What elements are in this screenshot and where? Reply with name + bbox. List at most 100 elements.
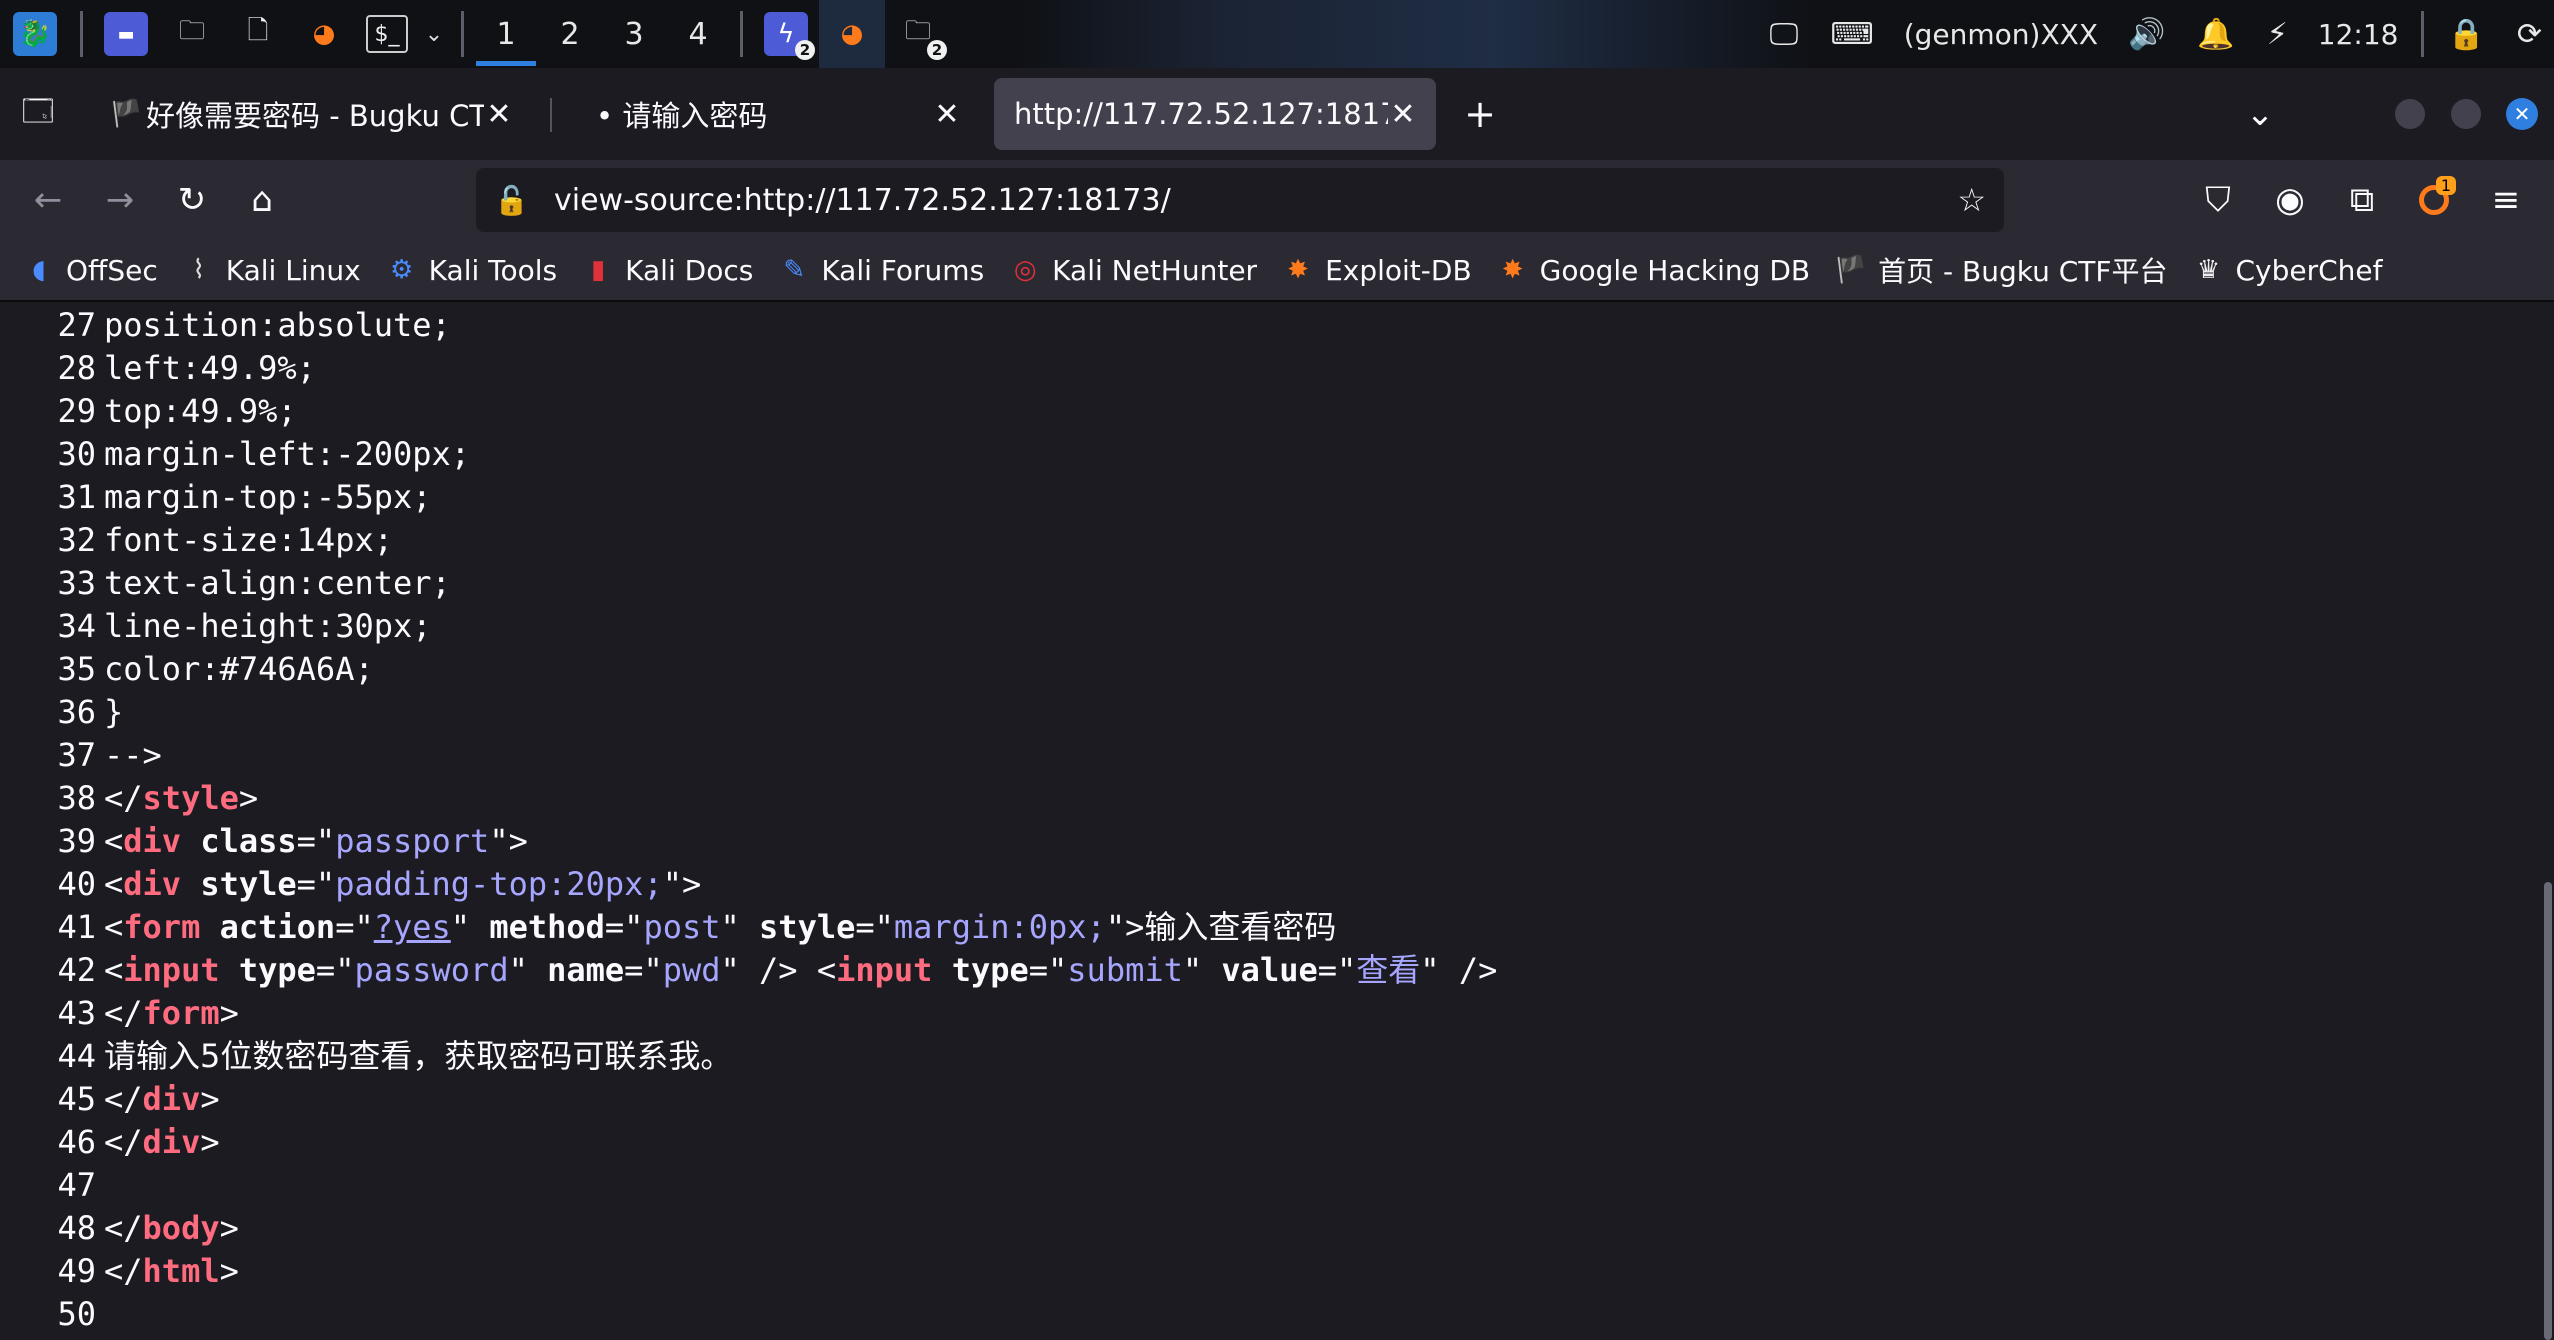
file-manager-launcher[interactable]: 🗀	[159, 0, 225, 68]
list-all-tabs-button[interactable]: ⌄	[2234, 88, 2286, 140]
launcher-dropdown[interactable]: ⌄	[417, 0, 451, 68]
desktop-icon: ▬	[104, 12, 148, 56]
panel-separator	[740, 11, 743, 57]
panel-separator	[80, 11, 83, 57]
pocket-button[interactable]: ⛉	[2192, 174, 2244, 226]
source-line: 28 left:49.9%;	[57, 349, 316, 387]
bookmark-kali-docs[interactable]: ▮ Kali Docs	[581, 253, 753, 287]
tab-overview-button[interactable]: 🗔	[12, 88, 64, 140]
show-desktop-button[interactable]: ▬	[93, 0, 159, 68]
extensions-button[interactable]: ⧉	[2336, 174, 2388, 226]
back-button[interactable]: ←	[22, 174, 74, 226]
firefox-launcher[interactable]: ◕	[291, 0, 357, 68]
source-line: 31 margin-top:-55px;	[57, 478, 432, 516]
new-tab-button[interactable]: +	[1454, 88, 1506, 140]
navigation-toolbar: ← → ↻ ⌂ 🔓 view-source:http://117.72.52.1…	[0, 160, 2554, 240]
tab-title: http://117.72.52.127:18173/	[1014, 97, 1388, 131]
terminal-launcher[interactable]: $_	[357, 0, 417, 68]
document-edit-icon: 🗋	[247, 16, 269, 46]
close-tab-icon[interactable]: ✕	[484, 97, 514, 132]
source-line: 37 -->	[57, 736, 162, 774]
bookmark-cyberchef[interactable]: ♛ CyberChef	[2192, 253, 2383, 287]
tab-bugku[interactable]: 🏴 好像需要密码 - Bugku CTF ✕	[92, 78, 532, 150]
close-tab-icon[interactable]: ✕	[1388, 97, 1418, 132]
source-line: 30 margin-left:-200px;	[57, 435, 471, 473]
extension-addon-button[interactable]: 1	[2408, 174, 2460, 226]
terminal-icon: $_	[366, 15, 408, 53]
nethunter-icon: ◎	[1013, 255, 1037, 285]
source-line: 42 <input type="password" name="pwd" /> <…	[57, 951, 1498, 989]
app-menu-button[interactable]: ≡	[2480, 174, 2532, 226]
bookmark-bugku[interactable]: 🏴 首页 - Bugku CTF平台	[1834, 250, 2168, 290]
source-line: 47	[57, 1166, 96, 1204]
window-button-firefox[interactable]: ◕	[819, 0, 885, 68]
kali-menu-button[interactable]: 🐉	[0, 0, 70, 68]
notification-bell-icon[interactable]: 🔔	[2197, 17, 2234, 52]
view-source-content: 27 position:absolute; 28 left:49.9%; 29 top…	[0, 302, 2554, 1340]
maximize-button[interactable]	[2440, 88, 2492, 140]
kali-icon: ⌇	[192, 255, 206, 285]
bookmark-kali-linux[interactable]: ⌇ Kali Linux	[182, 253, 360, 287]
account-icon: ◉	[2275, 180, 2305, 220]
pocket-icon: ⛉	[2205, 180, 2231, 220]
firefox-icon: ◕	[312, 19, 336, 49]
workspace-2[interactable]: 2	[538, 0, 602, 68]
bookmark-kali-tools[interactable]: ⚙ Kali Tools	[385, 253, 557, 287]
window-button-bolt[interactable]: ϟ 2	[753, 0, 819, 68]
forward-button[interactable]: →	[94, 174, 146, 226]
power-manager-icon[interactable]: ⚡	[2267, 17, 2288, 52]
action-link[interactable]: ?yes	[374, 908, 451, 946]
flag-favicon-icon: 🏴	[110, 99, 143, 129]
bookmark-offsec[interactable]: ◖ OffSec	[22, 253, 158, 287]
system-panel: 🐉 ▬ 🗀 🗋 ◕ $_ ⌄ 1 2 3 4 ϟ 2 ◕ 🗀 2 🖵 ⌨ (ge…	[0, 0, 2554, 68]
keyboard-icon[interactable]: ⌨	[1830, 17, 1873, 52]
chevron-down-icon: ⌄	[424, 21, 444, 47]
lock-screen-icon[interactable]: 🔒	[2448, 17, 2485, 52]
close-window-button[interactable]: ✕	[2496, 88, 2548, 140]
source-line: 40 <div style="padding-top:20px;">	[57, 865, 702, 903]
url-text[interactable]: view-source:http://117.72.52.127:18173/	[534, 183, 1957, 218]
display-icon[interactable]: 🖵	[1769, 17, 1798, 52]
kali-dragon-icon: 🐉	[13, 12, 57, 56]
source-line: 43 </form>	[57, 994, 239, 1032]
vertical-scrollbar[interactable]	[2544, 882, 2552, 1340]
bookmarks-toolbar: ◖ OffSec ⌇ Kali Linux ⚙ Kali Tools ▮ Kali Do…	[0, 240, 2554, 302]
bookmark-star-icon[interactable]: ☆	[1957, 181, 1986, 219]
account-button[interactable]: ◉	[2264, 174, 2316, 226]
tab-password[interactable]: • 请输入密码 ✕	[560, 78, 980, 150]
arrow-right-icon: →	[105, 180, 135, 220]
window-count-badge: 2	[795, 40, 815, 60]
bookmark-kali-forums[interactable]: ✎ Kali Forums	[777, 253, 984, 287]
bookmark-google-hacking-db[interactable]: ✸ Google Hacking DB	[1496, 253, 1810, 287]
bookmark-exploit-db[interactable]: ✸ Exploit-DB	[1281, 253, 1471, 287]
workspace-1[interactable]: 1	[474, 0, 538, 68]
minimize-circle-icon	[2395, 99, 2425, 129]
clock[interactable]: 12:18	[2318, 18, 2399, 51]
kali-forums-icon: ✎	[783, 255, 806, 285]
home-button[interactable]: ⌂	[236, 174, 288, 226]
window-button-files[interactable]: 🗀 2	[885, 0, 951, 68]
tab-strip: 🗔 🏴 好像需要密码 - Bugku CTF ✕ • 请输入密码 ✕ http:…	[0, 68, 2554, 160]
tab-overview-icon: 🗔	[21, 93, 55, 129]
folder-icon: 🗀	[178, 16, 205, 46]
workspace-4[interactable]: 4	[666, 0, 730, 68]
source-line: 36}	[57, 693, 124, 731]
minimize-button[interactable]	[2384, 88, 2436, 140]
workspace-3[interactable]: 3	[602, 0, 666, 68]
reload-button[interactable]: ↻	[166, 174, 218, 226]
insecure-lock-icon[interactable]: 🔓	[494, 184, 534, 217]
text-editor-launcher[interactable]: 🗋	[225, 0, 291, 68]
panel-graph-background	[1020, 0, 1810, 68]
hamburger-menu-icon: ≡	[2491, 180, 2521, 220]
logout-icon[interactable]: ⟳	[2517, 17, 2542, 52]
url-bar[interactable]: 🔓 view-source:http://117.72.52.127:18173…	[476, 168, 2004, 232]
source-line: 35 color:#746A6A;	[57, 650, 374, 688]
tab-active-source[interactable]: http://117.72.52.127:18173/ ✕	[994, 78, 1436, 150]
genmon-label: (genmon)XXX	[1903, 17, 2098, 51]
source-line: 44 请输入5位数密码查看，获取密码可联系我。	[57, 1037, 733, 1075]
source-line: 34 line-height:30px;	[57, 607, 432, 645]
bookmark-kali-nethunter[interactable]: ◎ Kali NetHunter	[1008, 253, 1257, 287]
cyberchef-icon: ♛	[2196, 255, 2221, 285]
volume-icon[interactable]: 🔊	[2128, 17, 2165, 52]
close-tab-icon[interactable]: ✕	[932, 97, 962, 132]
